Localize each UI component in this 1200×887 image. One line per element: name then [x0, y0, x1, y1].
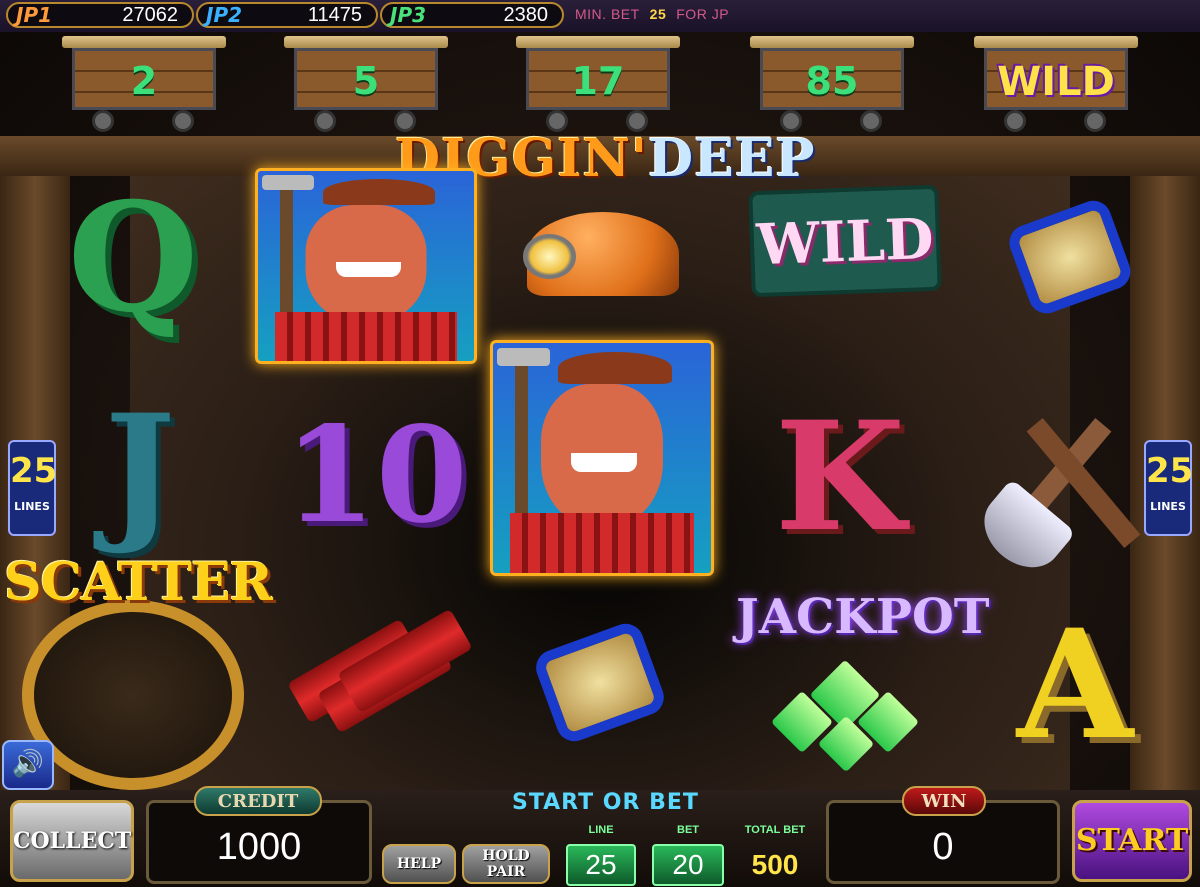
mine-cart-5: WILD — [974, 36, 1138, 132]
lines-value-left: 25 — [10, 451, 58, 491]
scatter-symbol: SCATTER — [4, 552, 273, 613]
min-bet-label: MIN. BET — [575, 6, 640, 22]
bet-label: BET — [677, 824, 699, 836]
dynamite-icon — [262, 596, 473, 766]
pickaxe-icon — [514, 352, 528, 537]
jp2-value: 11475 — [307, 3, 362, 26]
reel5-a-symbol: A — [1016, 597, 1134, 773]
start-or-bet-prompt: START OR BET — [512, 790, 699, 815]
reel2-ten-symbol: 10 — [284, 398, 468, 553]
reel4-k-symbol: K — [774, 389, 906, 565]
scatter-mine-entrance-icon — [22, 600, 244, 790]
jp1-meter: JP1 27062 — [6, 2, 194, 28]
credit-value: 1000 — [216, 826, 302, 868]
min-bet-value: 25 — [649, 6, 667, 22]
jp1-label: JP1 — [16, 3, 53, 27]
jp2-label: JP2 — [206, 3, 243, 27]
logo-part-2: DEEP — [648, 128, 816, 189]
wild-symbol-text: WILD — [755, 205, 935, 279]
speaker-icon: 🔊 — [11, 749, 45, 779]
jackpot-symbol-text: JACKPOT — [736, 589, 990, 645]
sound-toggle-button[interactable]: 🔊 — [2, 740, 54, 790]
pickaxe-icon — [279, 178, 293, 331]
reel3-hard-hat-icon — [508, 184, 698, 324]
jackpot-crystal-icon — [750, 650, 940, 780]
pick-and-shovel-icon — [968, 388, 1178, 583]
reel1-j-symbol: J — [104, 382, 176, 558]
total-bet-value: 500 — [751, 849, 799, 880]
help-button[interactable]: HELP — [382, 844, 456, 884]
min-bet-info: MIN. BET 25 FOR JP — [575, 6, 729, 22]
reel2-miner-symbol — [255, 168, 477, 364]
mine-cart-3: 17 — [516, 36, 680, 132]
cart-4-value: 85 — [805, 59, 859, 103]
reel3-lantern-icon — [500, 598, 700, 768]
min-bet-suffix: FOR JP — [676, 6, 730, 22]
total-bet-label: TOTAL BET — [744, 824, 806, 836]
reel5-lantern-icon — [975, 175, 1165, 340]
jp3-value: 2380 — [503, 3, 549, 26]
jp3-meter: JP3 2380 — [380, 2, 564, 28]
reel1-q-symbol: Q — [67, 170, 199, 346]
lines-indicator-left: 25 LINES — [8, 440, 58, 536]
jp3-label: JP3 — [390, 3, 427, 27]
start-button[interactable]: START — [1072, 800, 1192, 882]
collect-button[interactable]: COLLECT — [10, 800, 134, 882]
reel3-miner-symbol — [490, 340, 714, 576]
mine-cart-2: 5 — [284, 36, 448, 132]
win-label: WIN — [902, 786, 986, 816]
cart-2-value: 5 — [352, 59, 380, 103]
mine-cart-4: 85 — [750, 36, 914, 132]
jp2-meter: JP2 11475 — [196, 2, 378, 28]
cart-5-value: WILD — [997, 59, 1115, 105]
wild-tag-symbol: WILD — [748, 184, 942, 298]
cart-3-value: 17 — [571, 59, 625, 103]
jp1-value: 27062 — [122, 3, 178, 26]
bet-value-button[interactable]: 20 — [652, 844, 724, 886]
win-value: 0 — [932, 826, 954, 868]
cart-1-value: 2 — [130, 59, 158, 103]
line-value-button[interactable]: 25 — [566, 844, 636, 886]
credit-label: CREDIT — [194, 786, 322, 816]
lines-label-left: LINES — [14, 500, 50, 513]
line-label: LINE — [588, 824, 614, 836]
hold-pair-button[interactable]: HOLD PAIR — [462, 844, 550, 884]
mine-cart-1: 2 — [62, 36, 226, 132]
